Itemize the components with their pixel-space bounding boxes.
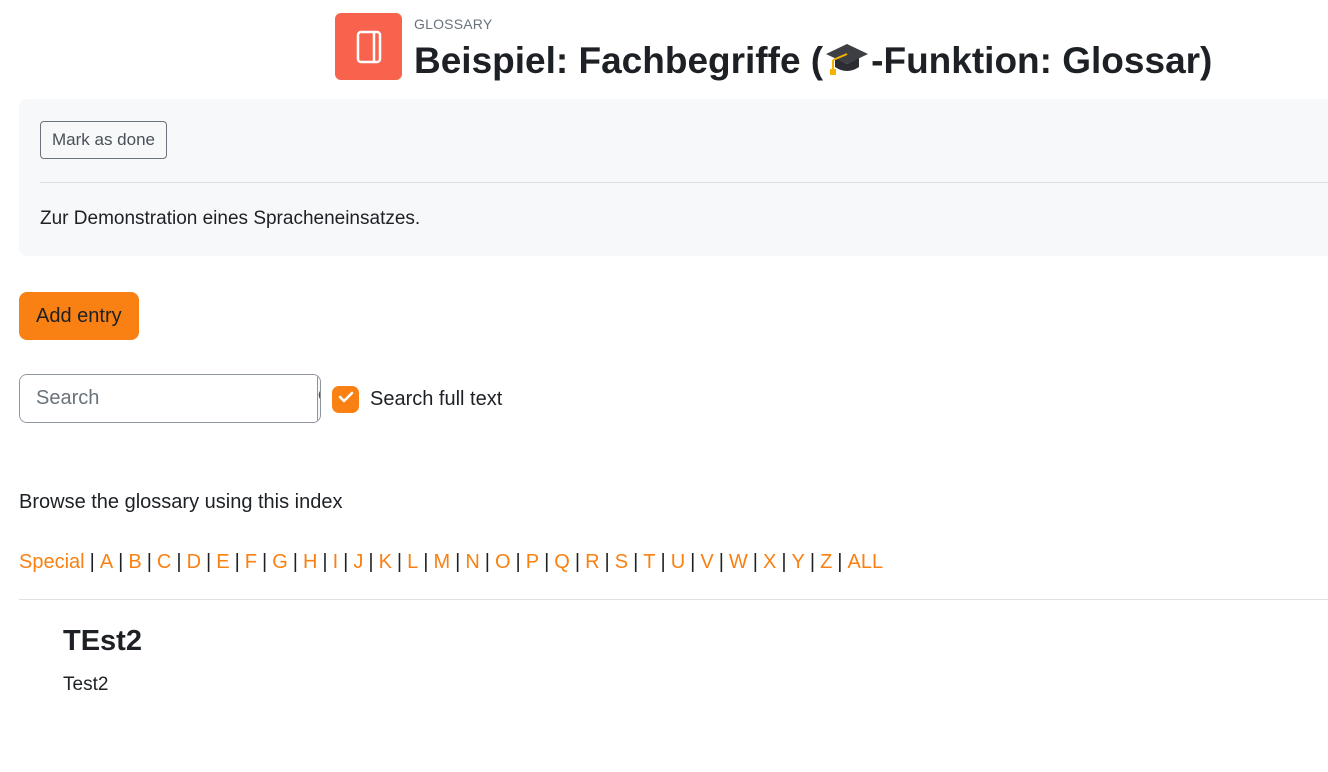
index-letter-f[interactable]: F xyxy=(245,551,257,573)
index-separator: | xyxy=(396,551,403,573)
index-separator: | xyxy=(234,551,240,573)
index-letter-t[interactable]: T xyxy=(643,551,655,573)
index-separator: | xyxy=(544,551,550,573)
index-separator: | xyxy=(809,551,816,573)
index-letter-k[interactable]: K xyxy=(379,551,392,573)
page-title-start: Beispiel: Fachbegriffe ( xyxy=(414,40,824,81)
page-title-end: -Funktion: Glossar) xyxy=(871,40,1213,81)
glossary-page: GLOSSARY Beispiel: Fachbegriffe ( -Funkt… xyxy=(0,0,1328,772)
index-separator: | xyxy=(322,551,328,573)
browse-index-prompt: Browse the glossary using this index xyxy=(19,491,343,513)
index-letter-e[interactable]: E xyxy=(216,551,229,573)
index-letter-q[interactable]: Q xyxy=(554,551,570,573)
search-full-text-checkbox[interactable] xyxy=(332,386,359,413)
index-letter-all[interactable]: ALL xyxy=(848,551,884,573)
mark-as-done-button[interactable]: Mark as done xyxy=(40,121,167,159)
checkmark-icon xyxy=(338,390,354,409)
graduation-cap-icon xyxy=(825,40,869,90)
index-separator: | xyxy=(752,551,758,573)
index-letter-a[interactable]: A xyxy=(100,551,113,573)
index-divider xyxy=(19,599,1328,600)
index-letter-s[interactable]: S xyxy=(615,551,628,573)
index-separator: | xyxy=(455,551,461,573)
index-letter-l[interactable]: L xyxy=(407,551,418,573)
add-entry-button[interactable]: Add entry xyxy=(19,292,139,340)
index-separator: | xyxy=(146,551,152,573)
index-letter-j[interactable]: J xyxy=(353,551,363,573)
index-letter-n[interactable]: N xyxy=(465,551,479,573)
entry-definition: Test2 xyxy=(63,674,109,695)
index-separator: | xyxy=(718,551,724,573)
index-letter-special[interactable]: Special xyxy=(19,551,85,573)
search-icon xyxy=(318,387,320,410)
activity-type-label: GLOSSARY xyxy=(414,16,493,32)
index-separator: | xyxy=(633,551,639,573)
index-letter-x[interactable]: X xyxy=(763,551,776,573)
index-letter-h[interactable]: H xyxy=(303,551,317,573)
index-separator: | xyxy=(261,551,268,573)
index-letter-u[interactable]: U xyxy=(671,551,685,573)
index-letter-p[interactable]: P xyxy=(526,551,539,573)
glossary-book-icon xyxy=(335,13,402,80)
index-letter-c[interactable]: C xyxy=(157,551,171,573)
search-full-text-label[interactable]: Search full text xyxy=(370,388,502,411)
search-input[interactable] xyxy=(20,375,317,422)
index-letter-w[interactable]: W xyxy=(729,551,748,573)
index-separator: | xyxy=(574,551,581,573)
index-separator: | xyxy=(368,551,374,573)
page-title: Beispiel: Fachbegriffe ( -Funktion: Glos… xyxy=(414,36,1212,90)
search-button[interactable] xyxy=(317,375,320,422)
index-separator: | xyxy=(781,551,787,573)
entry-term: TEst2 xyxy=(63,625,142,657)
index-separator: | xyxy=(515,551,521,573)
index-separator: | xyxy=(604,551,610,573)
info-divider xyxy=(40,182,1328,183)
index-letter-v[interactable]: V xyxy=(700,551,713,573)
index-separator: | xyxy=(176,551,182,573)
index-separator: | xyxy=(343,551,349,573)
activity-info-panel: Mark as done Zur Demonstration eines Spr… xyxy=(19,99,1328,256)
index-separator: | xyxy=(118,551,124,573)
index-separator: | xyxy=(690,551,696,573)
index-letter-z[interactable]: Z xyxy=(820,551,832,573)
index-separator: | xyxy=(423,551,429,573)
index-letter-m[interactable]: M xyxy=(433,551,450,573)
alphabet-index: Special | A | B | C | D | E | F | G | H | I | J | K | L | M | N | O | P |… xyxy=(19,551,883,574)
index-letter-g[interactable]: G xyxy=(272,551,288,573)
index-separator: | xyxy=(837,551,843,573)
activity-description: Zur Demonstration eines Spracheneinsatze… xyxy=(40,208,421,229)
index-separator: | xyxy=(206,551,212,573)
index-letter-i[interactable]: I xyxy=(333,551,339,573)
index-letter-d[interactable]: D xyxy=(187,551,201,573)
index-separator: | xyxy=(89,551,95,573)
index-letter-y[interactable]: Y xyxy=(792,551,805,573)
index-separator: | xyxy=(292,551,298,573)
index-letter-r[interactable]: R xyxy=(585,551,599,573)
index-separator: | xyxy=(660,551,666,573)
index-separator: | xyxy=(484,551,490,573)
search-group xyxy=(19,374,321,423)
index-letter-o[interactable]: O xyxy=(495,551,511,573)
index-letter-b[interactable]: B xyxy=(128,551,141,573)
